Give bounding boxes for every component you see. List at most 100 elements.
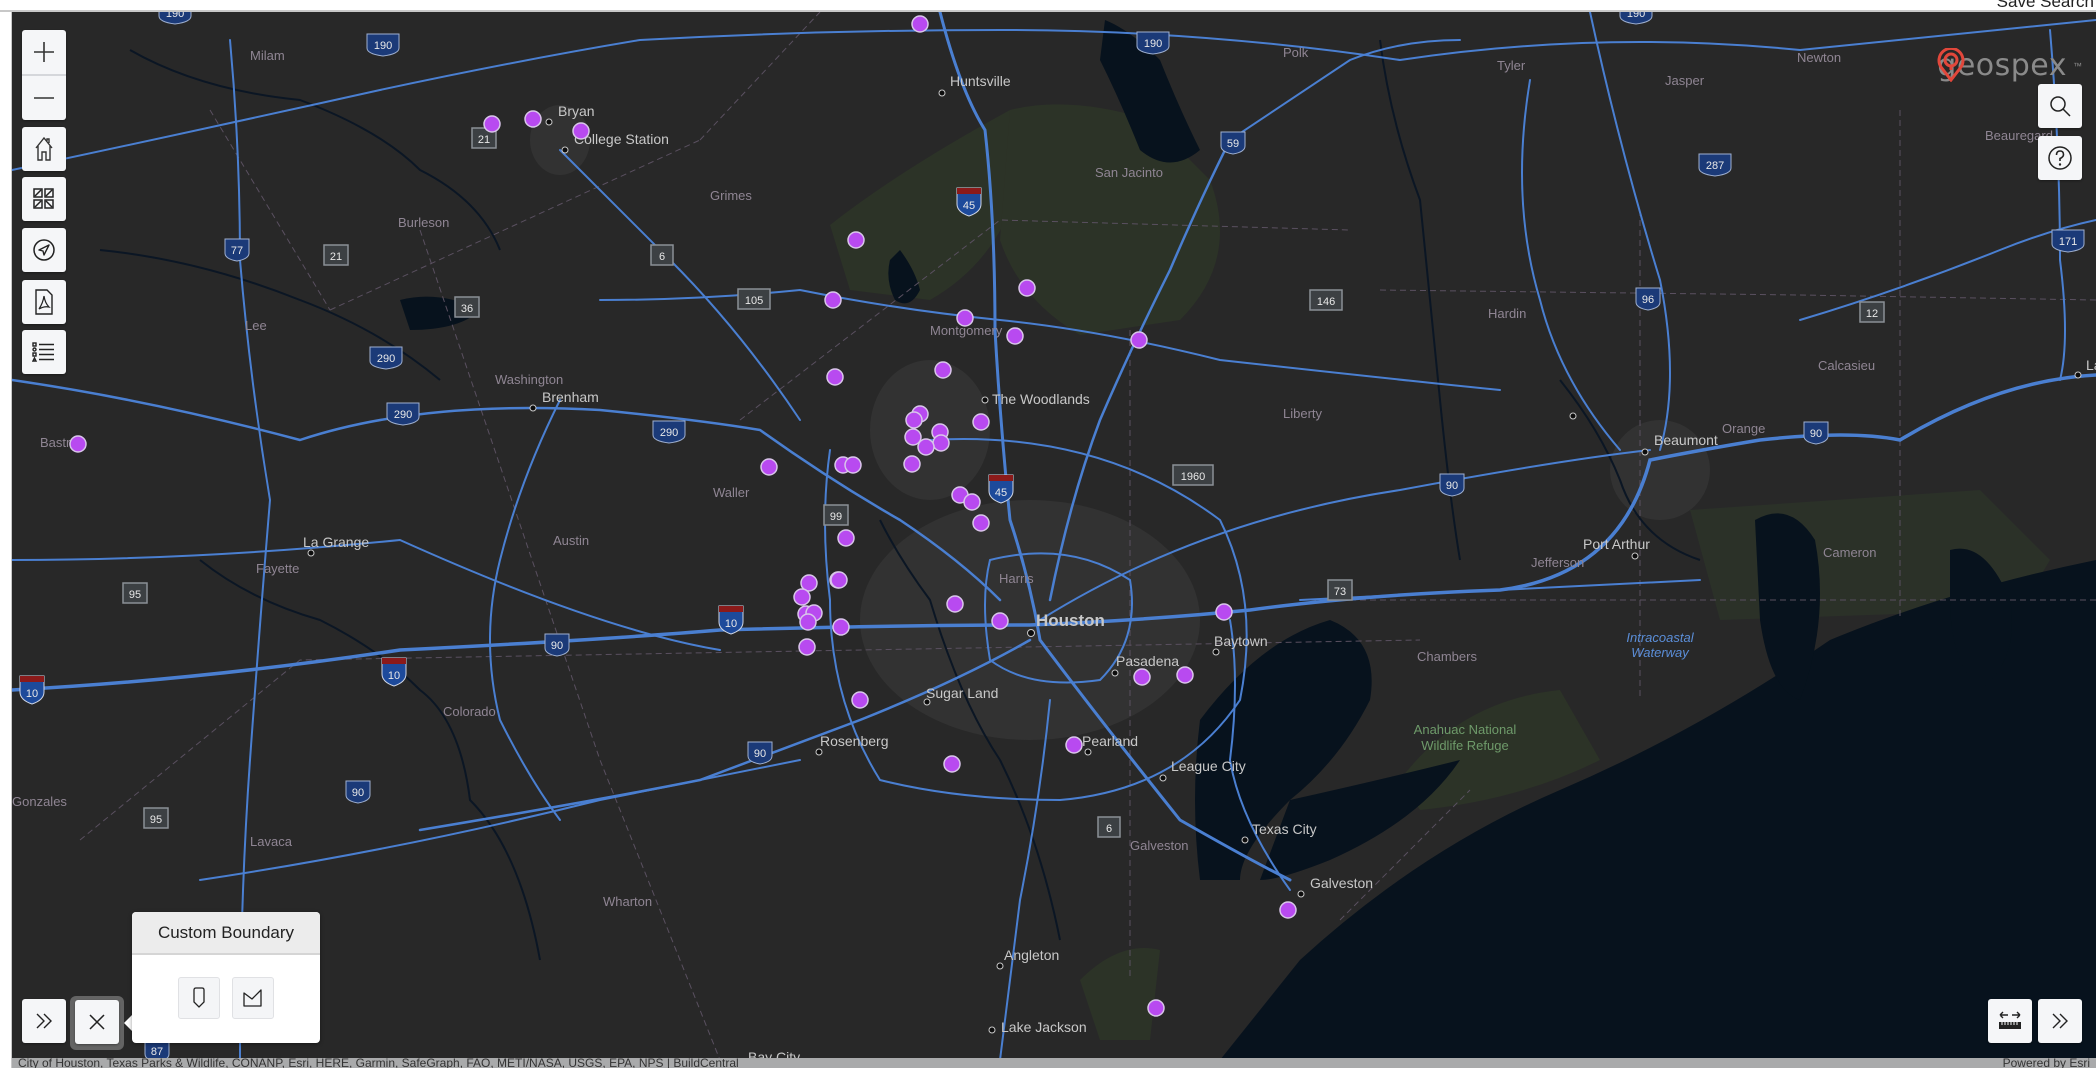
property-marker[interactable]: [851, 691, 869, 709]
county-label: Polk: [1283, 45, 1309, 60]
property-marker[interactable]: [972, 413, 990, 431]
county-label: Washington: [495, 372, 563, 387]
svg-text:105: 105: [745, 295, 763, 307]
custom-boundary-popup: Custom Boundary: [132, 912, 320, 1043]
svg-text:190: 190: [374, 40, 392, 52]
property-marker[interactable]: [934, 361, 952, 379]
property-marker[interactable]: [911, 15, 929, 33]
property-marker[interactable]: [1147, 999, 1165, 1017]
zoom-controls: [22, 30, 66, 120]
svg-text:190: 190: [1144, 38, 1162, 50]
route-shield-us: 190: [1136, 31, 1170, 55]
property-marker[interactable]: [830, 571, 848, 589]
property-marker[interactable]: [793, 588, 811, 606]
svg-text:6: 6: [1106, 823, 1112, 835]
zoom-in-button[interactable]: [22, 30, 66, 74]
zoom-out-button[interactable]: [22, 76, 66, 120]
property-marker[interactable]: [943, 755, 961, 773]
svg-text:36: 36: [461, 303, 473, 315]
route-shield-us: 190: [1619, 12, 1653, 25]
property-marker[interactable]: [760, 458, 778, 476]
property-marker[interactable]: [1018, 279, 1036, 297]
svg-text:90: 90: [754, 748, 766, 760]
city-label: Rosenberg: [820, 733, 889, 749]
property-marker[interactable]: [824, 291, 842, 309]
route-shield-us: 90: [1439, 473, 1465, 497]
locate-button[interactable]: [22, 228, 66, 272]
property-marker[interactable]: [847, 231, 865, 249]
draw-freehand-button[interactable]: [232, 977, 274, 1019]
property-marker[interactable]: [1215, 603, 1233, 621]
county-label: Waller: [713, 485, 750, 500]
route-shield-us: 90: [345, 780, 371, 804]
route-shield-us: 90: [1803, 421, 1829, 445]
property-marker[interactable]: [572, 122, 590, 140]
property-marker[interactable]: [1130, 331, 1148, 349]
county-label: San Jacinto: [1095, 165, 1163, 180]
property-marker[interactable]: [1006, 327, 1024, 345]
help-button[interactable]: [2038, 136, 2082, 180]
property-marker[interactable]: [991, 612, 1009, 630]
svg-text:190: 190: [1627, 12, 1645, 20]
route-shield-state: 73: [1327, 579, 1353, 601]
property-marker[interactable]: [69, 435, 87, 453]
city-label: Angleton: [1004, 947, 1059, 963]
property-marker[interactable]: [483, 115, 501, 133]
draw-boundary-button[interactable]: [178, 977, 220, 1019]
property-marker[interactable]: [905, 411, 923, 429]
brazoria-refuge: [1080, 948, 1160, 1040]
svg-text:290: 290: [660, 427, 678, 439]
property-marker[interactable]: [1176, 666, 1194, 684]
property-marker[interactable]: [837, 529, 855, 547]
county-label: Jasper: [1665, 73, 1705, 88]
route-shield-interstate: 10: [381, 657, 407, 687]
property-marker[interactable]: [1279, 901, 1297, 919]
route-shield-state: 12: [1859, 301, 1885, 323]
save-search-link[interactable]: Save Search: [1997, 0, 2094, 12]
property-marker[interactable]: [972, 514, 990, 532]
property-marker[interactable]: [826, 368, 844, 386]
us-77-road: [229, 39, 272, 1060]
property-marker[interactable]: [524, 110, 542, 128]
property-marker[interactable]: [798, 638, 816, 656]
county-label: Colorado: [443, 704, 496, 719]
county-label: Cameron: [1823, 545, 1876, 560]
property-marker[interactable]: [956, 309, 974, 327]
basemap: HuntsvilleBryanCollege StationBrenham The…: [12, 12, 2096, 1060]
powered-by-esri[interactable]: Powered by Esri: [2003, 1058, 2090, 1068]
property-marker[interactable]: [832, 618, 850, 636]
export-pdf-button[interactable]: [22, 280, 66, 324]
close-button[interactable]: [75, 1000, 119, 1044]
svg-text:45: 45: [995, 487, 1007, 499]
search-button[interactable]: [2038, 84, 2082, 128]
property-marker[interactable]: [1133, 668, 1151, 686]
basemap-gallery-button[interactable]: [22, 177, 66, 221]
property-marker[interactable]: [903, 455, 921, 473]
svg-text:290: 290: [377, 353, 395, 365]
property-marker[interactable]: [963, 493, 981, 511]
home-button[interactable]: [22, 127, 66, 171]
svg-text:77: 77: [231, 245, 243, 257]
city-label: Lake Jackson: [1001, 1019, 1087, 1035]
geospex-logo: geospex ™: [1937, 48, 2082, 83]
property-marker[interactable]: [917, 438, 935, 456]
draw-polygon-pin-icon: [193, 987, 205, 1008]
close-icon: [89, 1014, 105, 1030]
route-shield-us: 90: [747, 741, 773, 765]
property-marker[interactable]: [1065, 736, 1083, 754]
map-view[interactable]: Huntsville Bryan College Station Brenham The…: [12, 12, 2096, 1060]
route-shield-state: 36: [454, 296, 480, 318]
refuge-label: Anahuac National Wildlife Refuge: [1414, 722, 1517, 753]
draw-freehand-shape-icon: [243, 989, 262, 1007]
property-marker[interactable]: [946, 595, 964, 613]
property-marker[interactable]: [799, 613, 817, 631]
expand-toolbar-button[interactable]: [22, 999, 66, 1043]
svg-text:95: 95: [150, 814, 162, 826]
route-shield-state: 6: [650, 244, 674, 266]
measure-button[interactable]: [1988, 999, 2032, 1043]
svg-text:96: 96: [1642, 294, 1654, 306]
property-marker[interactable]: [932, 434, 950, 452]
legend-button[interactable]: [22, 330, 66, 374]
property-marker[interactable]: [844, 456, 862, 474]
expand-right-panel-button[interactable]: [2038, 999, 2082, 1043]
